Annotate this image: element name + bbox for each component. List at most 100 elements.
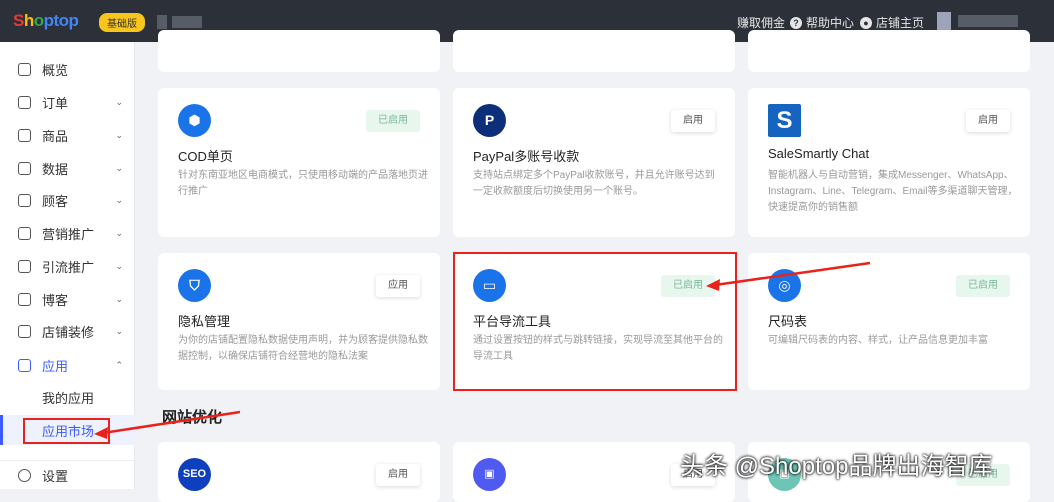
app-title: SaleSmartly Chat: [768, 146, 870, 161]
nav-icon: [18, 62, 31, 76]
sidebar-item-label: 应用: [42, 358, 69, 374]
paypal-icon: P: [473, 104, 506, 137]
chevron-icon: ⌄: [115, 293, 123, 304]
sidebar-item-label: 概览: [42, 62, 69, 78]
chevron-icon: ⌄: [115, 162, 123, 173]
nav-icon: [18, 259, 31, 273]
sidebar-item-label: 订单: [42, 95, 69, 111]
gear-icon: [18, 469, 31, 482]
monitor-icon: ▭: [473, 269, 506, 302]
watermark: 头条 @Shoptop品牌出海智库: [680, 453, 993, 480]
enable-button[interactable]: 启用: [376, 464, 420, 486]
sidebar-item-label: 数据: [42, 161, 69, 177]
store-name-blurred: [172, 16, 202, 28]
shield-icon: ⛉: [178, 269, 211, 302]
enable-button[interactable]: 启用: [671, 110, 715, 132]
sidebar-item[interactable]: 订单 ⌄: [0, 87, 135, 117]
nav-icon: [18, 358, 31, 372]
store-name-blurred: [157, 15, 167, 29]
sidebar-item-app-market[interactable]: 应用市场: [0, 415, 135, 445]
sidebar-item[interactable]: 应用 ⌃: [0, 350, 135, 380]
nav-icon: [18, 161, 31, 175]
app-card[interactable]: ⛉ 应用 隐私管理 为你的店铺配置隐私数据使用声明，并为顾客提供隐私数据控制，以…: [158, 253, 440, 390]
app-card-partial: [158, 30, 440, 72]
chevron-icon: ⌄: [115, 194, 123, 205]
sidebar-item[interactable]: 营销推广 ⌄: [0, 218, 135, 248]
enable-button[interactable]: 应用: [376, 275, 420, 297]
earn-commission-link[interactable]: 赚取佣金: [737, 14, 785, 31]
sidebar-item[interactable]: 店铺装修 ⌄: [0, 316, 135, 346]
sidebar-item-label: 博客: [42, 292, 69, 308]
app-card[interactable]: ◎ 已启用 尺码表 可编辑尺码表的内容、样式，让产品信息更加丰富: [748, 253, 1030, 390]
logo[interactable]: Shoptop: [13, 11, 79, 31]
chevron-icon: ⌄: [115, 227, 123, 238]
app-card[interactable]: ⬢ 已启用 COD单页 针对东南亚地区电商模式，只使用移动端的产品落地页进行推广: [158, 88, 440, 237]
app-description: 为你的店铺配置隐私数据使用声明，并为顾客提供隐私数据控制，以确保店铺符合经营地的…: [178, 335, 428, 362]
chevron-icon: ⌃: [115, 359, 123, 370]
plan-badge: 基础版: [99, 13, 145, 32]
app-card-partial: [748, 30, 1030, 72]
help-center-link[interactable]: ? 帮助中心: [790, 14, 854, 31]
chevron-icon: ⌄: [115, 325, 123, 336]
app-description: 通过设置按钮的样式与跳转链接，实现导流至其他平台的导流工具: [473, 335, 723, 362]
app-card[interactable]: ▭ 已启用 平台导流工具 通过设置按钮的样式与跳转链接，实现导流至其他平台的导流…: [453, 253, 735, 390]
sidebar-item[interactable]: 引流推广 ⌄: [0, 251, 135, 281]
app-description: 支持站点绑定多个PayPal收款账号，并且允许账号达到一定收款额度后切换使用另一…: [473, 170, 715, 197]
link-label: 赚取佣金: [737, 16, 786, 30]
avatar[interactable]: [937, 12, 951, 30]
box-icon: ⬢: [178, 104, 211, 137]
store-icon: ●: [860, 16, 872, 29]
app-description: 针对东南亚地区电商模式，只使用移动端的产品落地页进行推广: [178, 170, 428, 197]
sidebar-item[interactable]: 博客 ⌄: [0, 284, 135, 314]
enabled-button[interactable]: 已启用: [661, 275, 715, 297]
sidebar-item[interactable]: 数据 ⌄: [0, 153, 135, 183]
sidebar-item[interactable]: 顾客 ⌄: [0, 185, 135, 215]
nav-icon: [18, 226, 31, 240]
app-card[interactable]: S 启用 SaleSmartly Chat 智能机器人与自动营销，集成Messe…: [748, 88, 1030, 237]
sidebar-item-label: 引流推广: [42, 259, 95, 275]
link-label: 店铺主页: [876, 16, 925, 30]
sidebar-item-settings[interactable]: 设置: [0, 460, 135, 490]
sidebar-item-label: 我的应用: [42, 390, 95, 406]
sidebar-item-label: 顾客: [42, 193, 69, 209]
store-home-link[interactable]: ● 店铺主页: [860, 14, 924, 31]
sidebar-item-label: 商品: [42, 128, 69, 144]
sidebar-item-label: 应用市场: [42, 423, 95, 439]
app-card[interactable]: SEO 启用: [158, 442, 440, 502]
account-name-blurred[interactable]: [958, 15, 1018, 27]
sidebar: 概览 订单 ⌄ 商品 ⌄ 数据 ⌄ 顾客 ⌄ 营销推广 ⌄ 引流推广 ⌄ 博客 ⌄ 店铺装修 ⌄ 应用 ⌃ 我的应用…: [0, 42, 135, 489]
section-title: 网站优化: [162, 409, 223, 426]
tape-icon: ◎: [768, 269, 801, 302]
sidebar-item[interactable]: 概览: [0, 54, 135, 84]
sidebar-item-my-apps[interactable]: 我的应用: [0, 382, 135, 412]
app-card[interactable]: P 启用 PayPal多账号收款 支持站点绑定多个PayPal收款账号，并且允许…: [453, 88, 735, 237]
sidebar-item-label: 店铺装修: [42, 324, 95, 340]
annotation-overlay: [23, 252, 871, 444]
app-title: PayPal多账号收款: [473, 149, 580, 164]
app-title: 平台导流工具: [473, 314, 552, 329]
nav-icon: [18, 292, 31, 306]
sidebar-item-label: 设置: [42, 469, 69, 484]
app-title: 隐私管理: [178, 314, 231, 329]
enabled-button[interactable]: 已启用: [366, 110, 420, 132]
nav-icon: [18, 193, 31, 207]
enabled-button[interactable]: 已启用: [956, 275, 1010, 297]
app-title: 尺码表: [768, 314, 808, 329]
sidebar-item-label: 营销推广: [42, 226, 95, 242]
app-title: COD单页: [178, 149, 233, 164]
sitemap-icon: ▣: [473, 458, 506, 491]
app-description: 智能机器人与自动营销，集成Messenger、WhatsApp、Instagra…: [768, 170, 1018, 213]
enable-button[interactable]: 启用: [966, 110, 1010, 132]
app-description: 可编辑尺码表的内容、样式，让产品信息更加丰富: [768, 335, 988, 346]
nav-icon: [18, 324, 31, 338]
seo-icon: SEO: [178, 458, 211, 491]
link-label: 帮助中心: [806, 16, 855, 30]
chevron-icon: ⌄: [115, 96, 123, 107]
chevron-icon: ⌄: [115, 129, 123, 140]
help-icon: ?: [790, 16, 802, 29]
sidebar-item[interactable]: 商品 ⌄: [0, 120, 135, 150]
nav-icon: [18, 95, 31, 109]
nav-icon: [18, 128, 31, 142]
chevron-icon: ⌄: [115, 260, 123, 271]
s-logo-icon: S: [768, 104, 801, 137]
